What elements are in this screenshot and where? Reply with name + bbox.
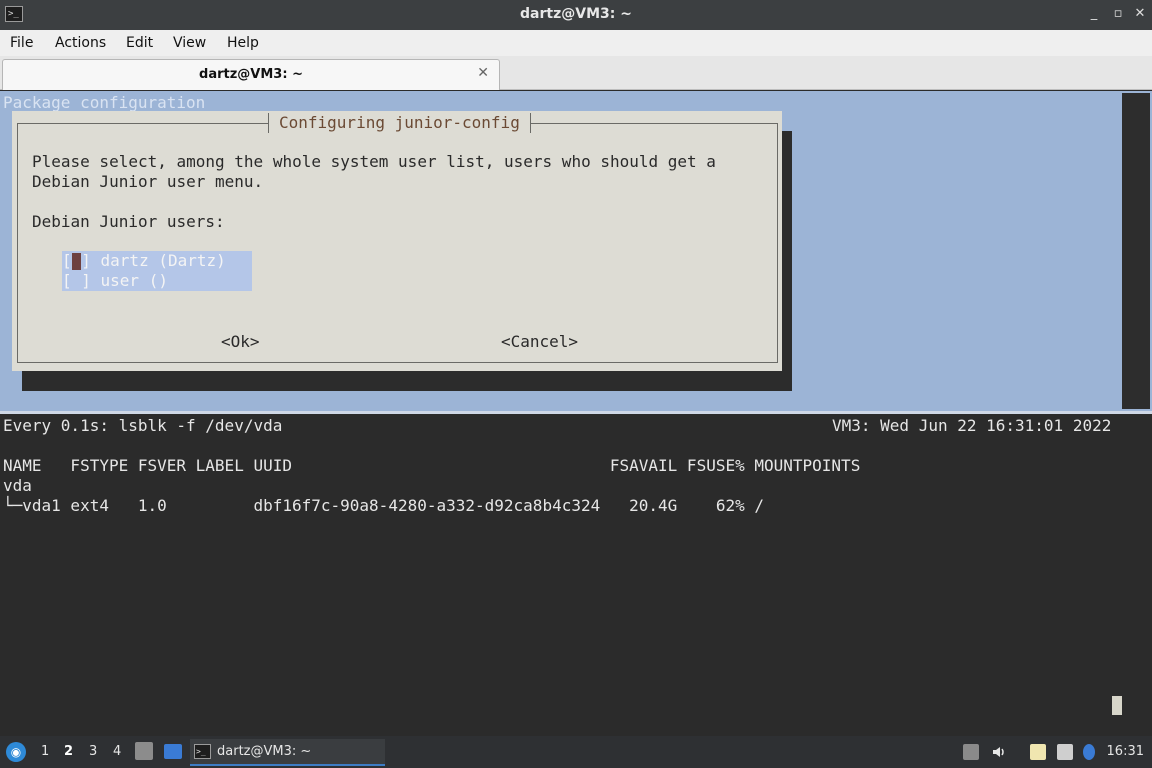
- tab-label: dartz@VM3: ~: [199, 67, 303, 82]
- start-menu-icon[interactable]: ◉: [6, 742, 26, 762]
- clock[interactable]: 16:31: [1107, 744, 1144, 759]
- lsblk-row-vda1: └─vda1 ext4 1.0 dbf16f7c-90a8-4280-a332-…: [3, 496, 764, 515]
- file-manager-icon[interactable]: [135, 742, 153, 760]
- checklist-item-user[interactable]: [ ] user (): [62, 271, 168, 291]
- list-label: Debian Junior users:: [32, 212, 225, 231]
- workspace-1[interactable]: 1: [41, 744, 49, 759]
- tab-bar: dartz@VM3: ~ ✕: [0, 56, 1152, 90]
- scrollbar-top[interactable]: [1122, 93, 1150, 409]
- cancel-button[interactable]: <Cancel>: [501, 332, 578, 352]
- terminal-task-icon: >_: [194, 744, 211, 759]
- tab-terminal[interactable]: dartz@VM3: ~ ✕: [2, 59, 500, 90]
- menu-file[interactable]: File: [10, 35, 33, 51]
- menu-actions[interactable]: Actions: [55, 35, 106, 51]
- dialog-message-line2: Debian Junior user menu.: [32, 172, 264, 191]
- terminal-cursor: [1112, 696, 1122, 715]
- workspace-2[interactable]: 2: [64, 744, 73, 759]
- window-title: dartz@VM3: ~: [520, 6, 632, 22]
- terminal-pane-top[interactable]: Package configuration Configuring junior…: [0, 91, 1152, 411]
- terminal-pane-bottom[interactable]: Every 0.1s: lsblk -f /dev/vda VM3: Wed J…: [0, 414, 1152, 736]
- network-icon[interactable]: [1057, 744, 1073, 760]
- ok-button[interactable]: <Ok>: [221, 332, 260, 352]
- close-button[interactable]: ✕: [1132, 5, 1148, 23]
- watch-timestamp: VM3: Wed Jun 22 16:31:01 2022: [832, 416, 1112, 435]
- show-desktop-icon[interactable]: [164, 744, 182, 759]
- config-dialog: Configuring junior-config Please select,…: [12, 111, 782, 371]
- maximize-button[interactable]: ▫: [1110, 5, 1126, 23]
- tab-close-icon[interactable]: ✕: [477, 65, 489, 81]
- window-titlebar[interactable]: >_ dartz@VM3: ~ _ ▫ ✕: [0, 0, 1152, 30]
- volume-icon[interactable]: [991, 744, 1007, 760]
- clipboard-icon[interactable]: [1030, 744, 1046, 760]
- menu-edit[interactable]: Edit: [126, 35, 153, 51]
- lsblk-header: NAME FSTYPE FSVER LABEL UUID FSAVAIL FSU…: [3, 456, 861, 475]
- menu-view[interactable]: View: [173, 35, 206, 51]
- text-cursor: [72, 253, 81, 270]
- menu-help[interactable]: Help: [227, 35, 259, 51]
- task-terminal[interactable]: >_ dartz@VM3: ~: [190, 739, 385, 766]
- watch-command: Every 0.1s: lsblk -f /dev/vda: [3, 416, 283, 435]
- taskbar: ◉ 1 2 3 4 >_ dartz@VM3: ~ 16:31: [0, 736, 1152, 768]
- task-label: dartz@VM3: ~: [217, 744, 312, 759]
- workspace-3[interactable]: 3: [89, 744, 97, 759]
- dialog-message-line1: Please select, among the whole system us…: [32, 152, 716, 171]
- menu-bar: File Actions Edit View Help: [0, 30, 1152, 56]
- backdrop-title: Package configuration: [3, 93, 206, 112]
- checklist-item-dartz[interactable]: [ ] dartz (Dartz): [62, 251, 226, 271]
- workspace-4[interactable]: 4: [113, 744, 121, 759]
- lsblk-row-vda: vda: [3, 476, 32, 495]
- notification-icon[interactable]: [1083, 744, 1095, 760]
- dialog-title: Configuring junior-config: [268, 113, 531, 133]
- update-icon[interactable]: [963, 744, 979, 760]
- minimize-button[interactable]: _: [1086, 5, 1102, 23]
